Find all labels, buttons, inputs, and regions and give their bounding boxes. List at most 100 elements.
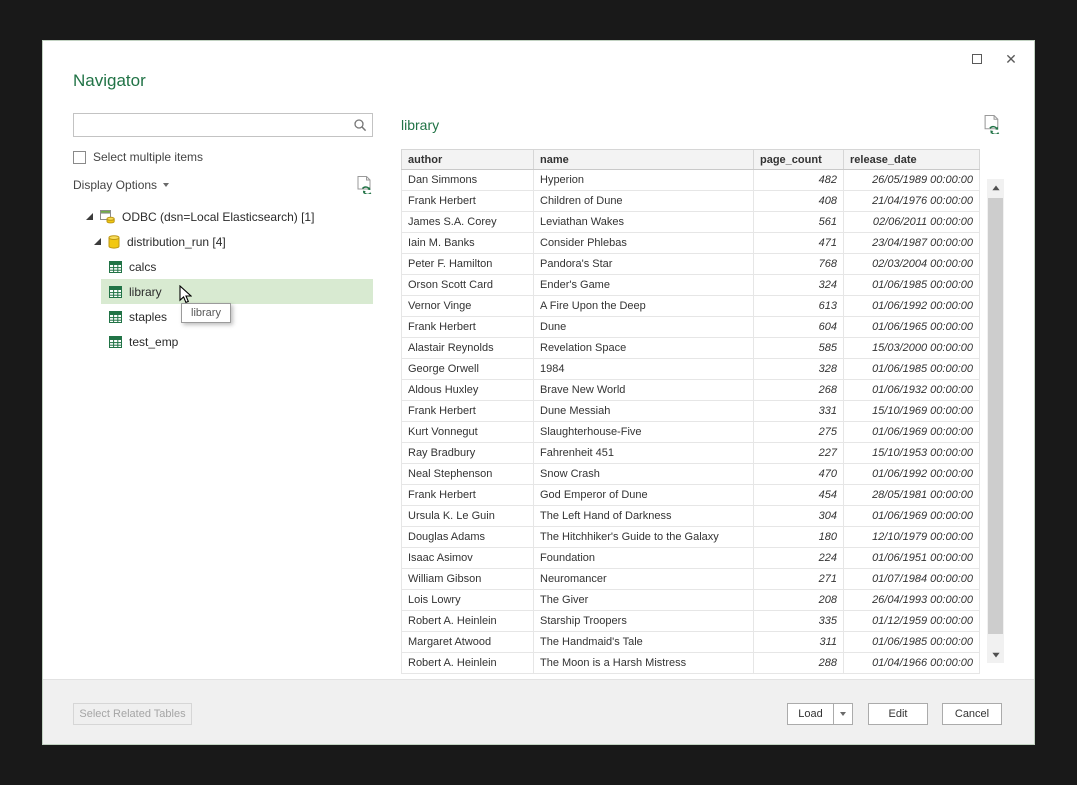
table-cell: Slaughterhouse-Five (534, 422, 754, 443)
search-icon[interactable] (353, 118, 367, 132)
table-cell: Children of Dune (534, 191, 754, 212)
table-cell: 180 (754, 527, 844, 548)
select-multiple-checkbox[interactable] (73, 151, 86, 164)
load-button[interactable]: Load (787, 703, 833, 725)
table-row: Aldous HuxleyBrave New World26801/06/193… (402, 380, 980, 401)
table-cell: Starship Troopers (534, 611, 754, 632)
table-row: William GibsonNeuromancer27101/07/1984 0… (402, 569, 980, 590)
table-cell: Brave New World (534, 380, 754, 401)
table-row: Ursula K. Le GuinThe Left Hand of Darkne… (402, 506, 980, 527)
column-header-author[interactable]: author (402, 150, 534, 170)
tree-item-staples[interactable]: staples (101, 304, 373, 329)
table-row: Orson Scott CardEnder's Game32401/06/198… (402, 275, 980, 296)
preview-table: authornamepage_countrelease_date Dan Sim… (401, 149, 980, 674)
cancel-button[interactable]: Cancel (942, 703, 1002, 725)
table-cell: 02/03/2004 00:00:00 (844, 254, 980, 275)
table-icon (109, 286, 122, 298)
table-cell: Foundation (534, 548, 754, 569)
refresh-icon[interactable] (357, 176, 373, 199)
table-cell: Alastair Reynolds (402, 338, 534, 359)
table-cell: Consider Phlebas (534, 233, 754, 254)
table-cell: 01/06/1965 00:00:00 (844, 317, 980, 338)
table-cell: Neuromancer (534, 569, 754, 590)
table-cell: The Handmaid's Tale (534, 632, 754, 653)
table-cell: 23/04/1987 00:00:00 (844, 233, 980, 254)
select-multiple-label: Select multiple items (93, 150, 203, 164)
scroll-down-button[interactable] (987, 646, 1004, 663)
tree-item-odbc-source[interactable]: ODBC (dsn=Local Elasticsearch) [1] (73, 204, 373, 229)
table-cell: Frank Herbert (402, 485, 534, 506)
preview-table-body: Dan SimmonsHyperion48226/05/1989 00:00:0… (402, 170, 980, 674)
tree-item-test_emp[interactable]: test_emp (101, 329, 373, 354)
display-options-row: Display Options (73, 176, 373, 194)
expander-icon[interactable] (85, 212, 94, 221)
table-cell: 613 (754, 296, 844, 317)
table-cell: 768 (754, 254, 844, 275)
table-row: Peter F. HamiltonPandora's Star76802/03/… (402, 254, 980, 275)
table-cell: 12/10/1979 00:00:00 (844, 527, 980, 548)
table-cell: 470 (754, 464, 844, 485)
tree-item-calcs[interactable]: calcs (101, 254, 373, 279)
table-cell: Vernor Vinge (402, 296, 534, 317)
table-cell: The Moon is a Harsh Mistress (534, 653, 754, 674)
table-cell: Dune (534, 317, 754, 338)
table-cell: 21/04/1976 00:00:00 (844, 191, 980, 212)
display-options-dropdown[interactable]: Display Options (73, 178, 157, 192)
table-cell: 01/04/1966 00:00:00 (844, 653, 980, 674)
table-cell: 01/07/1984 00:00:00 (844, 569, 980, 590)
table-row: Robert A. HeinleinStarship Troopers33501… (402, 611, 980, 632)
search-input[interactable] (74, 114, 372, 136)
close-button[interactable]: ✕ (996, 47, 1026, 71)
navigator-dialog: ✕ Navigator Select multiple items Displa… (42, 40, 1035, 745)
column-header-name[interactable]: name (534, 150, 754, 170)
table-cell: Kurt Vonnegut (402, 422, 534, 443)
table-cell: Frank Herbert (402, 317, 534, 338)
table-cell: 482 (754, 170, 844, 191)
table-row: Isaac AsimovFoundation22401/06/1951 00:0… (402, 548, 980, 569)
table-row: Frank HerbertGod Emperor of Dune45428/05… (402, 485, 980, 506)
table-cell: Ursula K. Le Guin (402, 506, 534, 527)
table-cell: George Orwell (402, 359, 534, 380)
table-cell: Pandora's Star (534, 254, 754, 275)
table-cell: 01/12/1959 00:00:00 (844, 611, 980, 632)
table-row: Frank HerbertChildren of Dune40821/04/19… (402, 191, 980, 212)
column-header-page_count[interactable]: page_count (754, 150, 844, 170)
table-cell: 01/06/1969 00:00:00 (844, 422, 980, 443)
table-cell: Robert A. Heinlein (402, 653, 534, 674)
table-cell: 02/06/2011 00:00:00 (844, 212, 980, 233)
tree-item-library[interactable]: library (101, 279, 373, 304)
table-row: Robert A. HeinleinThe Moon is a Harsh Mi… (402, 653, 980, 674)
table-cell: 331 (754, 401, 844, 422)
load-dropdown-button[interactable] (833, 703, 853, 725)
table-cell: Ray Bradbury (402, 443, 534, 464)
refresh-preview-button[interactable] (984, 115, 1001, 139)
column-header-release_date[interactable]: release_date (844, 150, 980, 170)
table-cell: 208 (754, 590, 844, 611)
edit-button[interactable]: Edit (868, 703, 928, 725)
table-cell: Frank Herbert (402, 401, 534, 422)
preview-title: library (401, 117, 439, 133)
select-multiple-row[interactable]: Select multiple items (73, 149, 373, 165)
scroll-thumb[interactable] (988, 198, 1003, 634)
maximize-button[interactable] (962, 47, 992, 71)
table-cell: The Hitchhiker's Guide to the Galaxy (534, 527, 754, 548)
table-row: Dan SimmonsHyperion48226/05/1989 00:00:0… (402, 170, 980, 191)
tree-item-database[interactable]: distribution_run [4] (73, 229, 373, 254)
select-related-tables-button[interactable]: Select Related Tables (73, 703, 192, 725)
search-box (73, 113, 373, 137)
table-cell: William Gibson (402, 569, 534, 590)
table-cell: Douglas Adams (402, 527, 534, 548)
tree-item-label: library (129, 285, 162, 299)
preview-table-head-row: authornamepage_countrelease_date (402, 150, 980, 170)
table-cell: The Giver (534, 590, 754, 611)
table-cell: God Emperor of Dune (534, 485, 754, 506)
expander-icon[interactable] (93, 237, 102, 246)
table-cell: 271 (754, 569, 844, 590)
scroll-up-button[interactable] (987, 179, 1004, 196)
table-cell: James S.A. Corey (402, 212, 534, 233)
table-cell: Dune Messiah (534, 401, 754, 422)
scrollbar[interactable] (987, 179, 1004, 663)
table-cell: 01/06/1992 00:00:00 (844, 296, 980, 317)
table-cell: 01/06/1985 00:00:00 (844, 632, 980, 653)
table-cell: 1984 (534, 359, 754, 380)
